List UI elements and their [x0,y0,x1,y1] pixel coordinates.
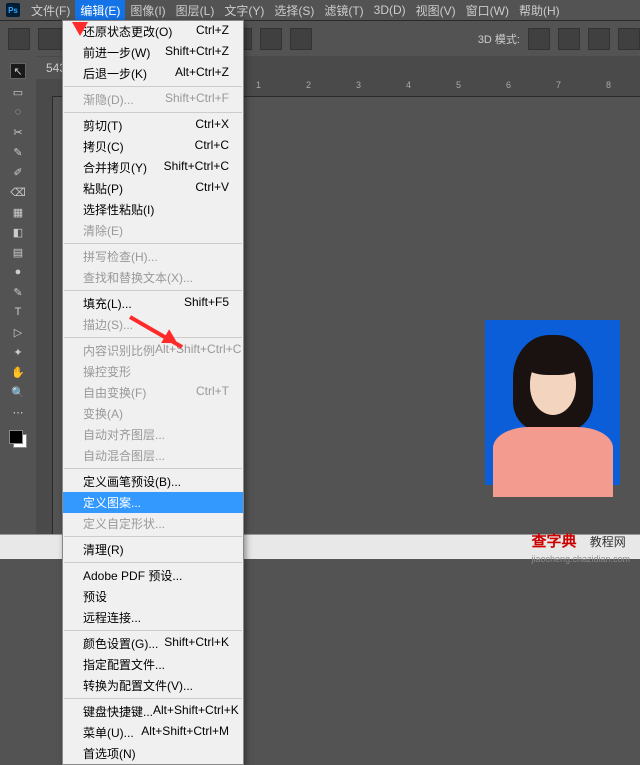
mi-auto-align: 自动对齐图层... [63,424,243,445]
edit-menu-dropdown: 还原状态更改(O)Ctrl+Z 前进一步(W)Shift+Ctrl+Z 后退一步… [62,20,244,765]
mi-copy[interactable]: 拷贝(C)Ctrl+C [63,136,243,157]
mi-transform: 变换(A) [63,403,243,424]
mi-convert-profile[interactable]: 转换为配置文件(V)... [63,675,243,696]
mi-undo[interactable]: 还原状态更改(O)Ctrl+Z [63,21,243,42]
mi-presets[interactable]: 预设 [63,586,243,607]
mi-copy-merged[interactable]: 合并拷贝(Y)Shift+Ctrl+C [63,157,243,178]
gradient-tool[interactable]: ▦ [11,205,25,219]
color-swatch[interactable] [9,430,27,448]
path-tool[interactable]: ▷ [11,325,25,339]
mi-spell: 拼写检查(H)... [63,246,243,267]
menu-window[interactable]: 窗口(W) [461,0,514,21]
mi-step-forward[interactable]: 前进一步(W)Shift+Ctrl+Z [63,42,243,63]
mi-content-aware-scale: 内容识别比例Alt+Shift+Ctrl+C [63,340,243,361]
more-tools[interactable]: ⋯ [11,405,25,419]
tool-preset-picker[interactable] [8,28,30,50]
mi-color-settings[interactable]: 颜色设置(G)...Shift+Ctrl+K [63,633,243,654]
menu-filter[interactable]: 滤镜(T) [319,0,368,21]
shape-tool[interactable]: ✦ [11,345,25,359]
canvas[interactable] [485,320,620,485]
app-logo: Ps [6,3,20,17]
mi-puppet-warp: 操控变形 [63,361,243,382]
move-tool[interactable]: ↖ [10,63,26,79]
mi-preferences[interactable]: 首选项(N) [63,743,243,764]
option-btn-8[interactable] [260,28,282,50]
mode-3d-btn-2[interactable] [558,28,580,50]
mode-3d-btn-1[interactable] [528,28,550,50]
eyedropper-tool[interactable]: ✎ [11,145,25,159]
mi-find-replace: 查找和替换文本(X)... [63,267,243,288]
history-brush-tool[interactable]: ▤ [11,245,25,259]
zoom-tool[interactable]: 🔍 [11,385,25,399]
stamp-tool[interactable]: ◧ [11,225,25,239]
lasso-tool[interactable]: ◌ [11,105,25,119]
crop-tool[interactable]: ✂ [11,125,25,139]
dodge-tool[interactable]: ● [11,265,25,279]
brush-tool[interactable]: ✐ [11,165,25,179]
annotation-arrow-1 [72,22,88,44]
menu-text[interactable]: 文字(Y) [219,0,269,21]
watermark-brand: 查字典 [531,533,576,550]
mode-3d-label: 3D 模式: [478,31,520,47]
mi-fade: 渐隐(D)...Shift+Ctrl+F [63,89,243,110]
menu-image[interactable]: 图像(I) [125,0,170,21]
menu-view[interactable]: 视图(V) [411,0,461,21]
menu-3d[interactable]: 3D(D) [369,1,411,19]
mi-purge[interactable]: 清理(R) [63,539,243,560]
marquee-tool[interactable]: ▭ [11,85,25,99]
tools-panel: ↖ ▭ ◌ ✂ ✎ ✐ ⌫ ▦ ◧ ▤ ● ✎ T ▷ ✦ ✋ 🔍 ⋯ [0,56,37,535]
mi-shortcuts[interactable]: 键盘快捷键...Alt+Shift+Ctrl+K [63,701,243,722]
mi-clear: 清除(E) [63,220,243,241]
menu-file[interactable]: 文件(F) [26,0,75,21]
mi-fill[interactable]: 填充(L)...Shift+F5 [63,293,243,314]
ruler-vertical [36,96,53,535]
mi-assign-profile[interactable]: 指定配置文件... [63,654,243,675]
mode-3d-btn-3[interactable] [588,28,610,50]
mi-step-backward[interactable]: 后退一步(K)Alt+Ctrl+Z [63,63,243,84]
mi-define-pattern[interactable]: 定义图案... [63,492,243,513]
mi-menus[interactable]: 菜单(U)...Alt+Shift+Ctrl+M [63,722,243,743]
watermark-suffix: 教程网 [590,535,626,549]
menu-edit[interactable]: 编辑(E) [75,0,125,21]
mi-auto-blend: 自动混合图层... [63,445,243,466]
menubar: Ps 文件(F) 编辑(E) 图像(I) 图层(L) 文字(Y) 选择(S) 滤… [0,0,640,21]
mi-free-transform: 自由变换(F)Ctrl+T [63,382,243,403]
eraser-tool[interactable]: ⌫ [11,185,25,199]
menu-help[interactable]: 帮助(H) [514,0,565,21]
pen-tool[interactable]: ✎ [11,285,25,299]
text-tool[interactable]: T [11,305,25,319]
menu-select[interactable]: 选择(S) [269,0,319,21]
mi-pdf-presets[interactable]: Adobe PDF 预设... [63,565,243,586]
mi-define-brush[interactable]: 定义画笔预设(B)... [63,471,243,492]
mode-3d-btn-4[interactable] [618,28,640,50]
mi-paste[interactable]: 粘贴(P)Ctrl+V [63,178,243,199]
portrait-image [508,335,598,430]
mi-define-shape: 定义自定形状... [63,513,243,534]
option-btn-9[interactable] [290,28,312,50]
mi-cut[interactable]: 剪切(T)Ctrl+X [63,115,243,136]
mi-paste-special[interactable]: 选择性粘贴(I) [63,199,243,220]
mi-remote-conn[interactable]: 远程连接... [63,607,243,628]
menu-layer[interactable]: 图层(L) [171,0,220,21]
hand-tool[interactable]: ✋ [11,365,25,379]
